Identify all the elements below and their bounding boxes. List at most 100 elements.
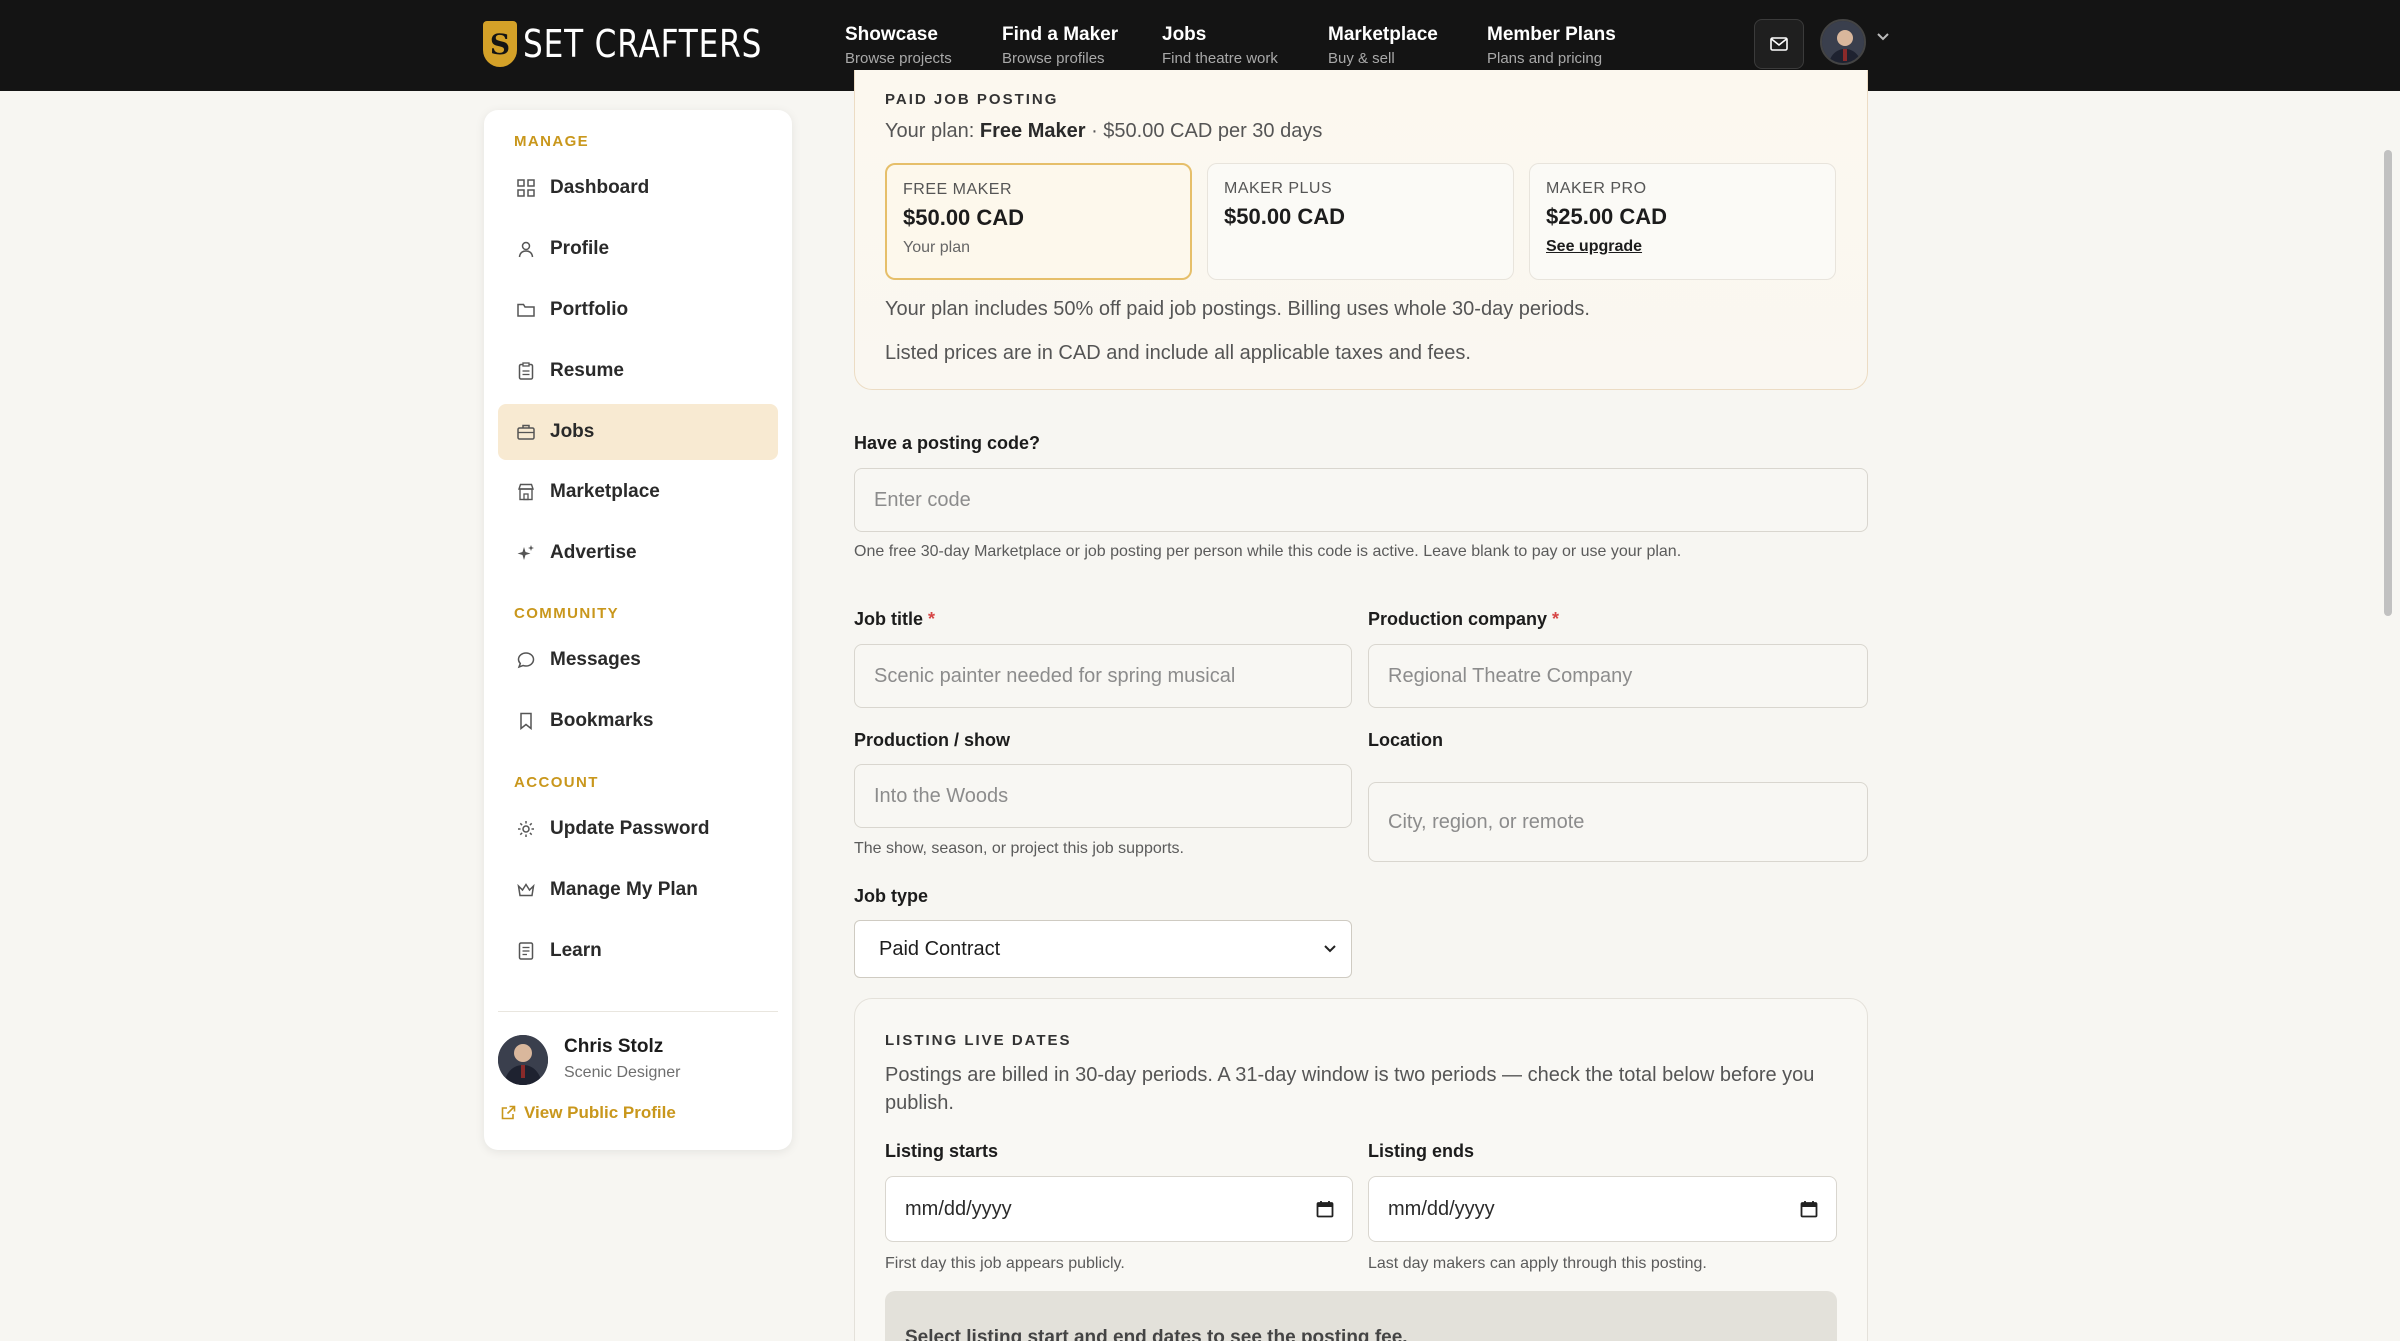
tier-maker-pro: MAKER PRO $25.00 CAD See upgrade — [1529, 163, 1836, 280]
clipboard-icon — [514, 359, 538, 383]
listing-live-dates-card: LISTING LIVE DATES Postings are billed i… — [854, 998, 1868, 1341]
sidebar-item-label: Update Password — [550, 818, 710, 839]
nav-title: Find a Maker — [1002, 24, 1119, 45]
posting-fee-text: Select listing start and end dates to se… — [905, 1327, 1408, 1341]
required-mark: * — [1552, 609, 1560, 629]
nav-marketplace[interactable]: Marketplace Buy & sell — [1328, 24, 1438, 69]
sidebar: MANAGE Dashboard Profile Portfolio Resum… — [484, 110, 792, 1150]
tier-note: Your plan — [903, 239, 971, 256]
avatar[interactable] — [498, 1035, 548, 1085]
sidebar-divider — [498, 1011, 778, 1012]
posting-code-input[interactable]: Enter code — [854, 468, 1868, 532]
nav-subtitle: Find theatre work — [1162, 50, 1278, 67]
sidebar-item-portfolio[interactable]: Portfolio — [498, 282, 778, 338]
section-community: COMMUNITY — [514, 605, 620, 622]
posting-code-help: One free 30-day Marketplace or job posti… — [854, 543, 1682, 560]
sidebar-item-label: Messages — [550, 649, 641, 670]
show-placeholder: Into the Woods — [874, 784, 1009, 807]
bookmark-icon — [514, 709, 538, 733]
sidebar-item-label: Manage My Plan — [550, 879, 698, 900]
job-title-placeholder: Scenic painter needed for spring musical — [874, 664, 1236, 687]
brand-name: SET CRAFTERS — [523, 22, 763, 66]
production-company-label: Production company * — [1368, 609, 1559, 630]
nav-subtitle: Browse profiles — [1002, 50, 1105, 67]
end-date-value: mm/dd/yyyy — [1388, 1197, 1495, 1220]
plan-suffix: · $50.00 CAD per 30 days — [1085, 120, 1323, 142]
sidebar-item-advertise[interactable]: Advertise — [498, 525, 778, 581]
chevron-down-icon — [1324, 945, 1336, 953]
sidebar-item-label: Profile — [550, 238, 610, 259]
user-role: Scenic Designer — [564, 1064, 681, 1081]
document-icon — [514, 939, 538, 963]
location-label: Location — [1368, 730, 1443, 750]
sidebar-item-manage-my-plan[interactable]: Manage My Plan — [498, 862, 778, 918]
company-placeholder: Regional Theatre Company — [1388, 664, 1633, 687]
folder-icon — [514, 298, 538, 322]
chevron-down-icon[interactable] — [1876, 32, 1890, 42]
posting-code-placeholder: Enter code — [874, 488, 971, 511]
sidebar-item-messages[interactable]: Messages — [498, 632, 778, 688]
plan-discount-info: Your plan includes 50% off paid job post… — [885, 298, 1590, 320]
section-manage: MANAGE — [514, 133, 590, 150]
tier-price: $50.00 CAD — [1224, 204, 1346, 229]
view-public-profile-label: View Public Profile — [524, 1103, 676, 1122]
dates-description: Postings are billed in 30-day periods. A… — [885, 1064, 1815, 1114]
listing-end-help: Last day makers can apply through this p… — [1368, 1255, 1707, 1272]
job-type-select[interactable]: Paid Contract — [854, 920, 1352, 978]
sidebar-item-marketplace[interactable]: Marketplace — [498, 464, 778, 520]
nav-subtitle: Buy & sell — [1328, 50, 1395, 67]
chat-icon — [514, 648, 538, 672]
listing-end-date-input[interactable]: mm/dd/yyyy — [1368, 1176, 1837, 1242]
messages-button[interactable] — [1754, 19, 1804, 69]
sidebar-item-learn[interactable]: Learn — [498, 923, 778, 979]
paid-job-posting-card: PAID JOB POSTING Your plan: Free Maker ·… — [854, 70, 1868, 390]
sidebar-item-dashboard[interactable]: Dashboard — [498, 160, 778, 216]
production-show-input[interactable]: Into the Woods — [854, 764, 1352, 828]
nav-subtitle: Browse projects — [845, 50, 952, 67]
sidebar-item-bookmarks[interactable]: Bookmarks — [498, 693, 778, 749]
production-show-label: Production / show — [854, 730, 1010, 750]
tier-name: MAKER PLUS — [1224, 180, 1333, 197]
sidebar-item-profile[interactable]: Profile — [498, 221, 778, 277]
tier-free-maker: FREE MAKER $50.00 CAD Your plan — [885, 163, 1192, 280]
listing-starts-label: Listing starts — [885, 1141, 999, 1161]
required-mark: * — [928, 609, 936, 629]
nav-jobs[interactable]: Jobs Find theatre work — [1162, 24, 1278, 69]
page-scrollbar[interactable] — [2384, 150, 2392, 616]
listing-ends-label: Listing ends — [1368, 1141, 1475, 1161]
nav-showcase[interactable]: Showcase Browse projects — [845, 24, 952, 69]
brand-logo[interactable]: S SET CRAFTERS — [483, 20, 815, 68]
sidebar-item-jobs[interactable]: Jobs — [498, 404, 778, 460]
tier-name: FREE MAKER — [903, 181, 1013, 198]
job-title-input[interactable]: Scenic painter needed for spring musical — [854, 644, 1352, 708]
plan-prefix: Your plan: — [885, 120, 980, 142]
store-icon — [514, 480, 538, 504]
tier-price: $25.00 CAD — [1546, 204, 1668, 229]
sidebar-item-label: Marketplace — [550, 481, 660, 502]
logo-shield-icon: S — [483, 21, 517, 67]
avatar-portrait-icon — [498, 1035, 548, 1085]
sidebar-item-label: Dashboard — [550, 177, 650, 198]
avatar-portrait-icon — [1822, 21, 1864, 63]
mail-icon — [1770, 37, 1788, 51]
listing-start-date-input[interactable]: mm/dd/yyyy — [885, 1176, 1353, 1242]
location-input[interactable]: City, region, or remote — [1368, 782, 1868, 862]
see-upgrade-link[interactable]: See upgrade — [1546, 238, 1642, 256]
plan-eyebrow: PAID JOB POSTING — [885, 91, 1059, 108]
job-title-label: Job title * — [854, 609, 935, 630]
production-company-input[interactable]: Regional Theatre Company — [1368, 644, 1868, 708]
sidebar-item-update-password[interactable]: Update Password — [498, 801, 778, 857]
dates-eyebrow: LISTING LIVE DATES — [885, 1032, 1072, 1049]
calendar-icon — [1316, 1201, 1334, 1218]
user-avatar[interactable] — [1820, 19, 1866, 65]
view-public-profile-link[interactable]: View Public Profile — [500, 1103, 676, 1123]
plan-tax-info: Listed prices are in CAD and include all… — [885, 342, 1471, 364]
production-show-help: The show, season, or project this job su… — [854, 840, 1184, 857]
job-title-label-text: Job title — [854, 609, 924, 629]
tier-name: MAKER PRO — [1546, 180, 1647, 197]
sidebar-item-resume[interactable]: Resume — [498, 343, 778, 399]
nav-find-a-maker[interactable]: Find a Maker Browse profiles — [1002, 24, 1118, 69]
section-account: ACCOUNT — [514, 774, 599, 791]
nav-member-plans[interactable]: Member Plans Plans and pricing — [1487, 24, 1616, 69]
sidebar-item-label: Portfolio — [550, 299, 629, 320]
